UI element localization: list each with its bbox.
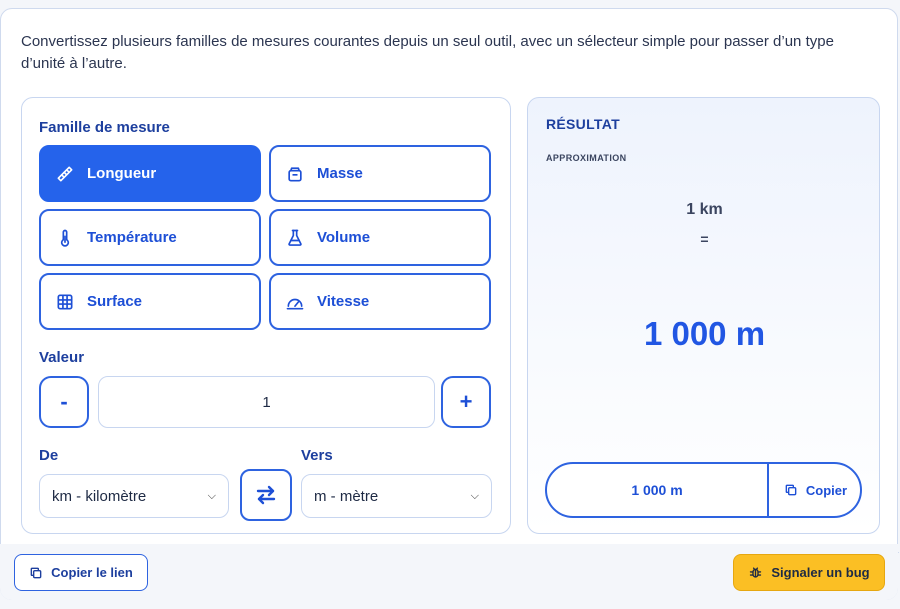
family-button-label: Température [87,229,177,246]
family-button-temperature[interactable]: Température [39,209,261,266]
copy-icon [785,484,797,496]
chevron-down-icon: ⌵ [470,489,479,502]
copy-link-label: Copier le lien [51,565,133,580]
bug-icon [750,567,762,578]
copy-link-button[interactable]: Copier le lien [14,554,148,591]
increment-button[interactable]: + [441,376,491,428]
result-panel: RÉSULTAT APPROXIMATION 1 km = 1 000 m 1 … [527,97,880,534]
from-unit-value: km - kilomètre [52,487,147,505]
from-unit-select[interactable]: km - kilomètre ⌵ [39,474,229,518]
decrement-button[interactable]: - [39,376,89,428]
grid-icon [57,294,73,309]
input-panel: Famille de mesure Longueur Masse Tempéra… [21,97,511,534]
to-label: Vers [301,447,333,464]
report-bug-label: Signaler un bug [771,565,870,580]
chevron-down-icon: ⌵ [207,489,216,502]
from-label: De [39,447,59,464]
value-label: Valeur [39,349,85,366]
result-subtitle: APPROXIMATION [546,153,627,163]
gauge-icon [286,298,304,309]
result-copy-bar: 1 000 m Copier [545,462,862,518]
family-button-label: Vitesse [317,293,370,310]
family-button-surface[interactable]: Surface [39,273,261,330]
to-unit-select[interactable]: m - mètre ⌵ [301,474,492,518]
copy-result-label: Copier [805,482,848,498]
value-input[interactable] [98,376,435,428]
report-bug-button[interactable]: Signaler un bug [733,554,885,591]
flask-icon [288,229,302,246]
swap-units-button[interactable] [240,469,292,521]
thermometer-icon [60,229,70,247]
family-label: Famille de mesure [39,119,170,136]
result-equals: = [700,231,709,247]
family-button-label: Volume [317,229,371,246]
to-unit-value: m - mètre [314,487,379,505]
swap-icon [256,485,276,505]
family-button-volume[interactable]: Volume [269,209,491,266]
family-button-label: Masse [317,165,363,182]
family-button-vitesse[interactable]: Vitesse [269,273,491,330]
result-input-display: 1 km [686,201,723,218]
intro-text: Convertissez plusieurs familles de mesur… [21,33,834,72]
copy-icon [30,567,42,578]
family-button-masse[interactable]: Masse [269,145,491,202]
family-button-label: Surface [87,293,143,310]
result-copy-value: 1 000 m [631,482,683,498]
converter-card: Convertissez plusieurs familles de mesur… [0,8,899,600]
family-button-label: Longueur [87,165,157,182]
weight-icon [288,166,302,181]
family-button-longueur[interactable]: Longueur [39,145,261,202]
copy-result-button[interactable]: Copier [769,464,860,516]
ruler-icon [57,166,73,181]
result-title: RÉSULTAT [546,116,620,132]
result-output-display: 1 000 m [643,315,766,352]
